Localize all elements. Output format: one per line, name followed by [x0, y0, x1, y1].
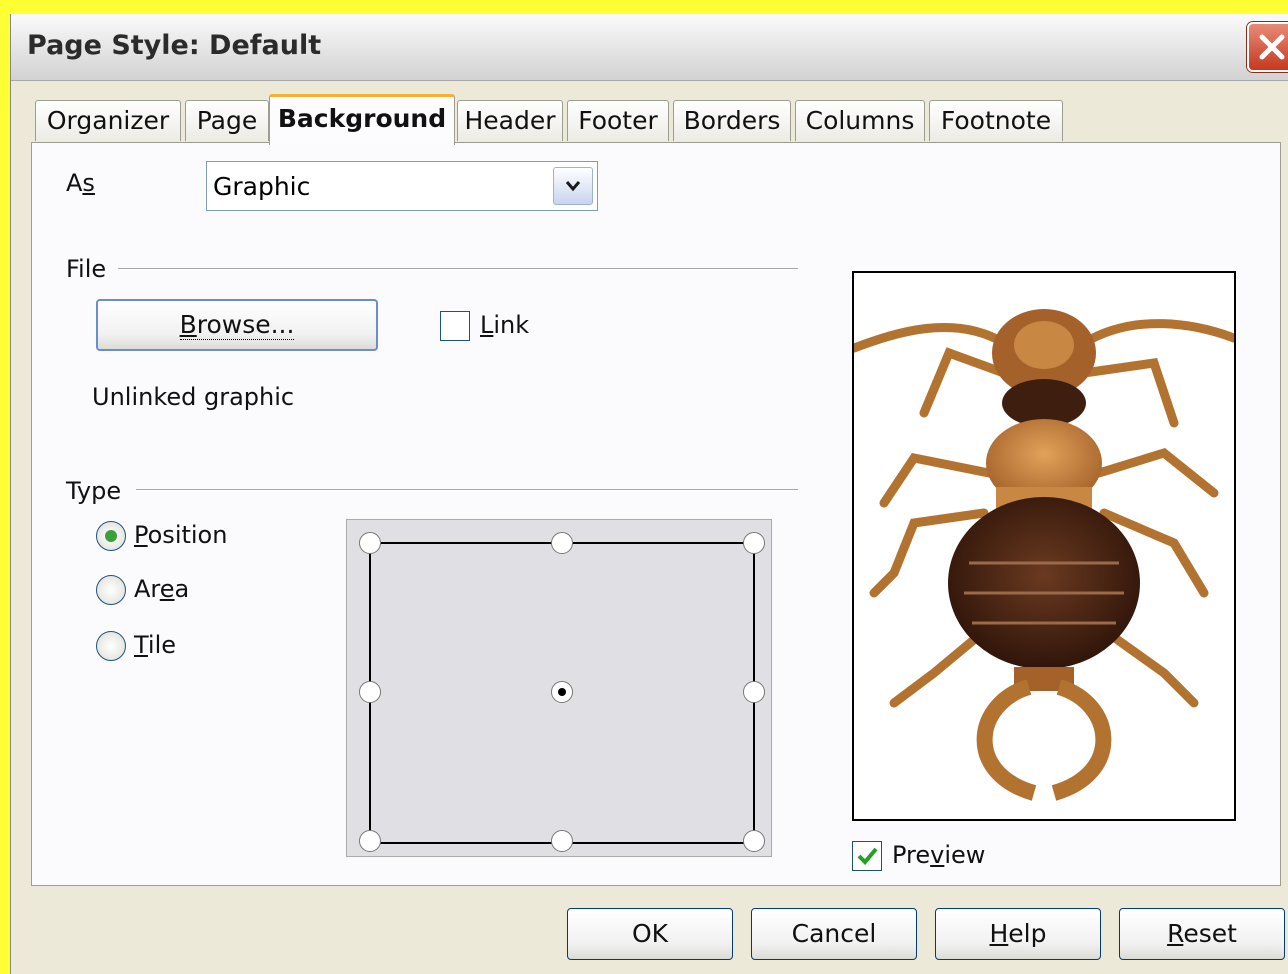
position-top-right[interactable]	[743, 532, 765, 554]
as-select[interactable]: Graphic	[206, 161, 598, 211]
cancel-button[interactable]: Cancel	[751, 908, 917, 960]
page-style-dialog: Page Style: Default Organizer Page Backg…	[10, 14, 1288, 974]
position-radio-label[interactable]: Position	[134, 521, 227, 549]
chevron-down-icon	[565, 181, 581, 192]
area-radio-label[interactable]: Area	[134, 575, 189, 603]
help-button[interactable]: Help	[935, 908, 1101, 960]
position-middle-right[interactable]	[743, 681, 765, 703]
ok-button[interactable]: OK	[567, 908, 733, 960]
dialog-title: Page Style: Default	[27, 30, 322, 61]
title-bar[interactable]: Page Style: Default	[11, 14, 1288, 81]
background-tab-panel: As Graphic File Browse... Link Unlinked …	[31, 142, 1281, 886]
as-select-value: Graphic	[213, 172, 311, 201]
dropdown-button[interactable]	[553, 167, 593, 205]
tab-footer[interactable]: Footer	[567, 100, 669, 141]
tab-header[interactable]: Header	[457, 100, 563, 141]
tab-page[interactable]: Page	[185, 100, 269, 141]
browse-button[interactable]: Browse...	[96, 299, 378, 351]
position-bottom-left[interactable]	[359, 830, 381, 852]
close-button[interactable]	[1247, 22, 1288, 72]
position-radio[interactable]	[96, 521, 126, 551]
position-center[interactable]	[551, 681, 573, 703]
close-icon	[1259, 34, 1285, 60]
graphic-status-text: Unlinked graphic	[92, 383, 295, 411]
tab-columns[interactable]: Columns	[795, 100, 925, 141]
position-bottom-center[interactable]	[551, 830, 573, 852]
file-section-divider	[118, 268, 798, 270]
type-section-divider	[136, 489, 798, 491]
checkmark-icon	[857, 847, 878, 865]
tab-borders[interactable]: Borders	[673, 100, 791, 141]
position-top-left[interactable]	[359, 532, 381, 554]
position-middle-left[interactable]	[359, 681, 381, 703]
tab-organizer[interactable]: Organizer	[35, 100, 181, 141]
tab-background[interactable]: Background	[269, 94, 455, 145]
link-checkbox[interactable]	[440, 311, 470, 341]
reset-button[interactable]: Reset	[1119, 908, 1285, 960]
earwig-preview-image	[854, 309, 1234, 801]
tab-footnote[interactable]: Footnote	[929, 100, 1063, 141]
position-top-center[interactable]	[551, 532, 573, 554]
preview-label[interactable]: Preview	[892, 841, 985, 869]
position-selector	[346, 519, 772, 857]
type-section-heading: Type	[66, 477, 122, 505]
preview-frame	[852, 271, 1236, 821]
tile-radio[interactable]	[96, 631, 126, 661]
file-section-heading: File	[66, 255, 107, 283]
link-label[interactable]: Link	[480, 311, 529, 339]
preview-checkbox[interactable]	[852, 841, 882, 871]
position-bottom-right[interactable]	[743, 830, 765, 852]
as-label: As	[66, 169, 95, 197]
tile-radio-label[interactable]: Tile	[134, 631, 176, 659]
area-radio[interactable]	[96, 575, 126, 605]
browse-button-label: Browse...	[179, 310, 295, 340]
